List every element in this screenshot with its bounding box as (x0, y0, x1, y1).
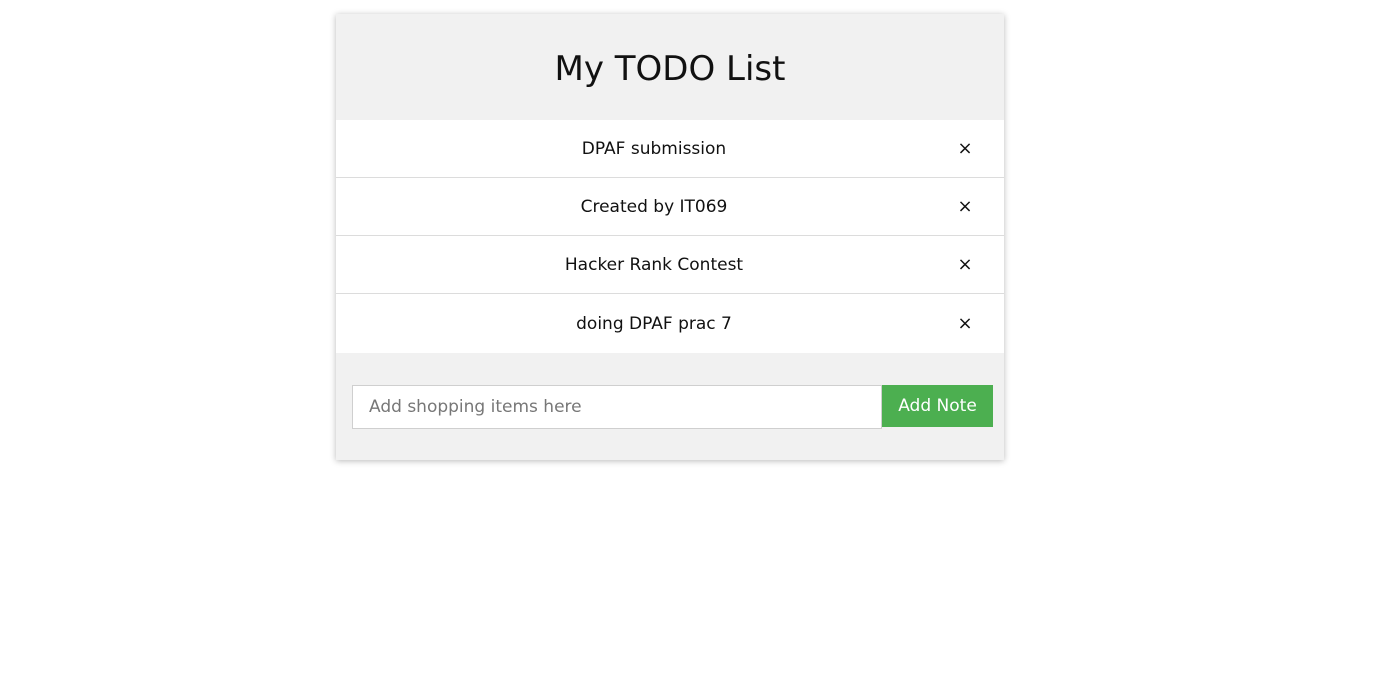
add-note-button[interactable]: Add Note (882, 385, 993, 427)
list-item[interactable]: DPAF submission × (336, 120, 1004, 178)
list-item[interactable]: Hacker Rank Contest × (336, 236, 1004, 294)
close-icon[interactable]: × (955, 138, 975, 159)
todo-item-text: Created by IT069 (580, 196, 728, 217)
add-item-form: Add Note (352, 385, 993, 429)
close-icon[interactable]: × (955, 196, 975, 217)
todo-item-text: Hacker Rank Contest (564, 254, 744, 275)
todo-header: My TODO List (336, 14, 1004, 120)
todo-item-text: doing DPAF prac 7 (576, 313, 732, 334)
list-item[interactable]: Created by IT069 × (336, 178, 1004, 236)
close-icon[interactable]: × (955, 313, 975, 334)
todo-card: My TODO List DPAF submission × Created b… (336, 14, 1004, 460)
todo-item-text: DPAF submission (581, 138, 727, 159)
list-item[interactable]: doing DPAF prac 7 × (336, 294, 1004, 353)
todo-list: DPAF submission × Created by IT069 × Hac… (336, 120, 1004, 353)
add-item-input[interactable] (352, 385, 882, 429)
close-icon[interactable]: × (955, 254, 975, 275)
page-title: My TODO List (554, 49, 786, 89)
